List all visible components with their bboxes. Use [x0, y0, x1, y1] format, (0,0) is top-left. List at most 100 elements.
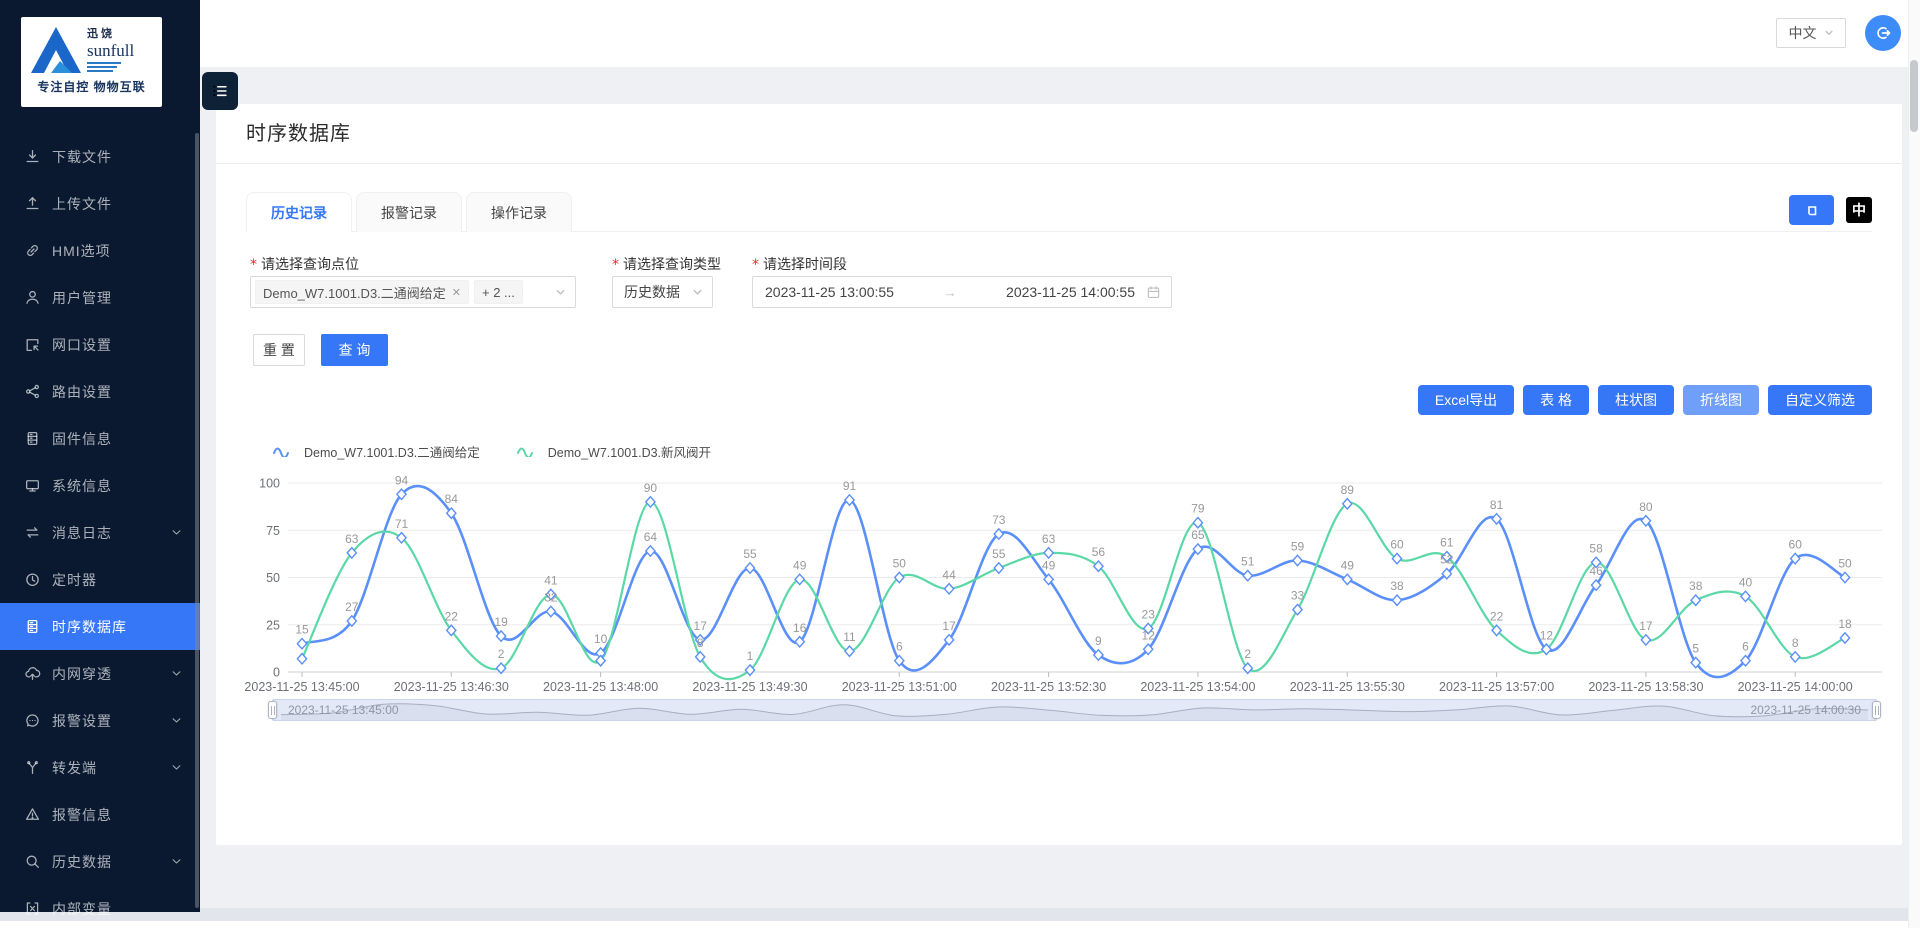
reset-button[interactable]: 重 置 — [253, 334, 305, 366]
svg-text:100: 100 — [259, 477, 280, 491]
line-chart-svg: 02550751002023-11-25 13:45:002023-11-25 … — [230, 455, 1890, 700]
sidebar-item-label: 固件信息 — [52, 429, 112, 449]
svg-text:91: 91 — [843, 479, 857, 493]
sidebar-item-comment[interactable]: 报警设置 — [0, 697, 200, 744]
svg-text:41: 41 — [544, 574, 558, 588]
chinese-badge-button[interactable]: 中 — [1846, 197, 1872, 223]
sidebar-item-timer[interactable]: 定时器 — [0, 556, 200, 603]
firmware-icon — [24, 430, 41, 447]
chevron-down-icon — [171, 527, 182, 538]
sidebar-item-message[interactable]: 消息日志 — [0, 509, 200, 556]
sidebar-scrollbar[interactable] — [195, 133, 199, 908]
remove-tag-icon[interactable]: ✕ — [452, 286, 461, 299]
sidebar-item-label: 时序数据库 — [52, 617, 127, 637]
svg-text:80: 80 — [1639, 500, 1653, 514]
svg-text:25: 25 — [266, 618, 280, 632]
expand-button[interactable] — [1789, 195, 1834, 225]
svg-text:18: 18 — [1838, 617, 1852, 631]
brand-triangle-icon — [29, 23, 83, 75]
action-button[interactable]: 折线图 — [1683, 385, 1759, 415]
action-button[interactable]: 柱状图 — [1598, 385, 1674, 415]
sidebar-item-upload[interactable]: 上传文件 — [0, 180, 200, 227]
sidebar-item-port[interactable]: 网口设置 — [0, 321, 200, 368]
time-range-picker[interactable]: 2023-11-25 13:00:55 → 2023-11-25 14:00:5… — [752, 276, 1172, 308]
time-range-end[interactable]: 2023-11-25 14:00:55 — [1006, 284, 1135, 300]
sidebar-item-link[interactable]: HMI选项 — [0, 227, 200, 274]
sidebar-item-cloud[interactable]: 内网穿透 — [0, 650, 200, 697]
footer-strip — [0, 908, 1920, 921]
svg-text:60: 60 — [1789, 538, 1803, 552]
language-select[interactable]: 中文 — [1776, 18, 1846, 48]
time-field-label: *请选择时间段 — [752, 254, 847, 274]
brand-logo[interactable]: 迅饶 sunfull 专注自控 物物互联 — [21, 17, 162, 107]
svg-text:23: 23 — [1142, 608, 1156, 622]
svg-text:50: 50 — [893, 557, 907, 571]
chevron-down-icon — [692, 287, 703, 298]
action-button[interactable]: 自定义筛选 — [1768, 385, 1872, 415]
sidebar-item-search[interactable]: 历史数据 — [0, 838, 200, 885]
datazoom-right-handle[interactable] — [1872, 701, 1881, 719]
sidebar-item-firmware[interactable]: 固件信息 — [0, 415, 200, 462]
svg-text:17: 17 — [1639, 619, 1653, 633]
svg-text:2023-11-25 13:48:00: 2023-11-25 13:48:00 — [543, 680, 658, 694]
point-field-label: *请选择查询点位 — [250, 254, 359, 274]
sidebar-item-download[interactable]: 下载文件 — [0, 133, 200, 180]
type-select[interactable]: 历史数据 — [612, 276, 713, 308]
svg-text:59: 59 — [1291, 540, 1305, 554]
sidebar-item-label: 内部变量 — [52, 899, 112, 919]
system-icon — [24, 477, 41, 494]
svg-text:63: 63 — [1042, 532, 1056, 546]
tab-0[interactable]: 历史记录 — [246, 192, 352, 232]
svg-text:17: 17 — [942, 619, 956, 633]
database-icon — [24, 618, 41, 635]
query-button[interactable]: 查 询 — [321, 334, 388, 366]
route-icon — [24, 383, 41, 400]
svg-text:56: 56 — [1092, 545, 1106, 559]
brand-en-name: sunfull — [87, 41, 134, 61]
point-multiselect[interactable]: Demo_W7.1001.D3.二通阀给定 ✕ + 2 ... — [250, 276, 576, 308]
sidebar-item-label: 内网穿透 — [52, 664, 112, 684]
sidebar-collapse-button[interactable] — [202, 72, 238, 110]
sidebar-item-warning[interactable]: 报警信息 — [0, 791, 200, 838]
page-title: 时序数据库 — [246, 117, 351, 146]
footer-band — [0, 921, 1920, 928]
menu-list-icon — [211, 82, 229, 100]
action-button[interactable]: 表 格 — [1523, 385, 1589, 415]
sidebar-item-system[interactable]: 系统信息 — [0, 462, 200, 509]
page-scrollbar[interactable] — [1908, 0, 1920, 928]
sidebar-item-database[interactable]: 时序数据库 — [0, 603, 200, 650]
datazoom-slider[interactable]: 2023-11-25 13:45:00 2023-11-25 14:00:30 — [272, 699, 1877, 721]
page-scrollbar-thumb[interactable] — [1910, 60, 1918, 132]
logout-avatar-button[interactable] — [1865, 15, 1901, 51]
tab-1[interactable]: 报警记录 — [356, 192, 462, 232]
sidebar: 迅饶 sunfull 专注自控 物物互联 下载文件上传文件HMI选项用户管理网口… — [0, 0, 200, 912]
tab-bar: 历史记录报警记录操作记录 中 — [246, 192, 1872, 232]
svg-text:52: 52 — [1440, 553, 1454, 567]
svg-text:81: 81 — [1490, 498, 1504, 512]
svg-text:27: 27 — [345, 600, 359, 614]
sidebar-item-route[interactable]: 路由设置 — [0, 368, 200, 415]
svg-text:9: 9 — [1095, 634, 1102, 648]
sidebar-item-label: 报警信息 — [52, 805, 112, 825]
expand-icon — [1804, 202, 1820, 218]
datazoom-left-handle[interactable] — [268, 701, 277, 719]
action-button[interactable]: Excel导出 — [1418, 385, 1514, 415]
svg-text:0: 0 — [273, 666, 280, 680]
sidebar-item-branch[interactable]: 转发端 — [0, 744, 200, 791]
svg-text:32: 32 — [544, 591, 558, 605]
svg-text:50: 50 — [1838, 557, 1852, 571]
svg-text:2023-11-25 13:51:00: 2023-11-25 13:51:00 — [842, 680, 957, 694]
svg-text:63: 63 — [345, 532, 359, 546]
svg-text:40: 40 — [1739, 575, 1753, 589]
sidebar-item-variable[interactable]: 内部变量 — [0, 885, 200, 928]
tab-2[interactable]: 操作记录 — [466, 192, 572, 232]
sidebar-item-label: 消息日志 — [52, 523, 112, 543]
svg-text:11: 11 — [843, 630, 856, 644]
svg-text:19: 19 — [494, 615, 508, 629]
time-range-start[interactable]: 2023-11-25 13:00:55 — [765, 284, 894, 300]
datazoom-end-label: 2023-11-25 14:00:30 — [1750, 700, 1861, 720]
svg-text:94: 94 — [395, 473, 409, 487]
sidebar-item-user[interactable]: 用户管理 — [0, 274, 200, 321]
svg-text:2023-11-25 13:58:30: 2023-11-25 13:58:30 — [1588, 680, 1703, 694]
svg-text:15: 15 — [295, 623, 309, 637]
